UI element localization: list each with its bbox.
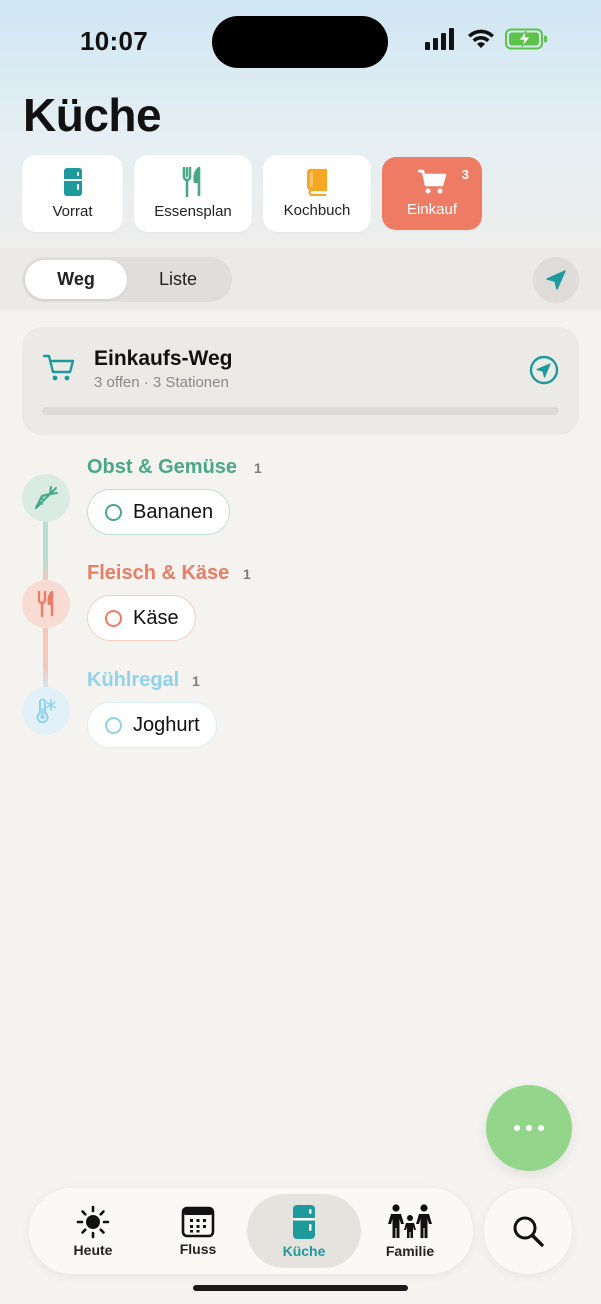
thermometer-snow-icon xyxy=(36,698,56,724)
navigate-button[interactable] xyxy=(533,257,579,303)
tab-kueche[interactable]: Küche xyxy=(247,1194,361,1268)
section-tabs: Vorrat Essensplan Kochbuch Einkauf 3 xyxy=(22,155,482,232)
tab-bar: Heute Fluss Küche Familie xyxy=(29,1188,473,1274)
more-actions-button[interactable] xyxy=(486,1085,572,1171)
section-tab-label: Einkauf xyxy=(406,201,458,218)
item-checkbox[interactable] xyxy=(105,609,122,627)
search-icon xyxy=(513,1216,544,1247)
home-indicator xyxy=(193,1285,408,1291)
tab-label: Heute xyxy=(73,1241,113,1258)
book-icon xyxy=(307,168,328,196)
status-time: 10:07 xyxy=(80,26,148,56)
item-label: Joghurt xyxy=(133,713,200,736)
view-toggle-liste[interactable]: Liste xyxy=(127,260,229,299)
station-title-fleisch-kaese: Fleisch & Käse xyxy=(87,562,230,584)
shopping-item-bananen[interactable]: Bananen xyxy=(87,489,231,535)
section-tab-label: Vorrat xyxy=(52,203,93,220)
signal-icon xyxy=(425,28,454,50)
station-title-kuehlregal: Kühlregal xyxy=(87,669,180,691)
view-toggle: Weg Liste xyxy=(22,257,232,302)
item-label: Käse xyxy=(133,606,179,629)
section-tab-einkauf[interactable]: Einkauf 3 xyxy=(382,157,482,230)
carrot-icon xyxy=(34,486,58,510)
battery-charging-icon xyxy=(505,28,547,50)
page-title: Küche xyxy=(23,89,162,141)
more-dots-icon xyxy=(514,1125,520,1131)
item-label: Bananen xyxy=(133,500,214,523)
section-tab-vorrat[interactable]: Vorrat xyxy=(22,155,123,232)
cart-icon xyxy=(42,354,75,381)
station-icon-fleisch-kaese xyxy=(22,580,70,628)
shopping-route-card[interactable]: Einkaufs-Weg 3 offen · 3 Stationen xyxy=(22,327,579,435)
tab-label: Küche xyxy=(282,1242,326,1259)
more-dots-icon xyxy=(526,1125,532,1131)
navigation-circle-icon[interactable] xyxy=(529,355,559,385)
fridge-icon xyxy=(63,168,82,196)
section-tab-label: Kochbuch xyxy=(283,202,351,219)
route-progress-bar xyxy=(42,407,559,415)
tab-heute[interactable]: Heute xyxy=(36,1194,150,1268)
item-checkbox[interactable] xyxy=(105,716,122,734)
status-icons xyxy=(425,28,549,50)
station-icon-obst-gemuese xyxy=(22,474,70,522)
fork-knife-icon xyxy=(37,591,54,617)
sun-icon xyxy=(76,1205,110,1238)
view-toggle-weg[interactable]: Weg xyxy=(25,260,127,299)
fork-knife-icon xyxy=(182,167,201,197)
station-icon-kuehlregal xyxy=(22,687,70,735)
route-subtitle: 3 offen · 3 Stationen xyxy=(94,374,229,391)
search-button[interactable] xyxy=(484,1188,572,1274)
station-count: 1 xyxy=(192,673,200,689)
dynamic-island xyxy=(212,16,388,68)
shopping-item-joghurt[interactable]: Joghurt xyxy=(87,702,217,748)
cart-count-badge: 3 xyxy=(461,167,469,182)
family-icon xyxy=(388,1203,432,1238)
station-count: 1 xyxy=(243,566,251,582)
section-tab-kochbuch[interactable]: Kochbuch xyxy=(263,155,371,232)
section-tab-essensplan[interactable]: Essensplan xyxy=(134,155,252,232)
tab-fluss[interactable]: Fluss xyxy=(141,1194,255,1268)
item-checkbox[interactable] xyxy=(105,503,122,521)
tab-label: Fluss xyxy=(179,1240,217,1257)
calendar-icon xyxy=(181,1206,215,1237)
wifi-icon xyxy=(468,29,494,48)
shopping-item-kaese[interactable]: Käse xyxy=(87,595,196,641)
fridge-icon xyxy=(293,1204,315,1239)
tab-familie[interactable]: Familie xyxy=(353,1194,467,1268)
timeline-connector xyxy=(43,520,48,582)
location-arrow-icon xyxy=(546,270,566,290)
station-count: 1 xyxy=(254,460,262,476)
cart-icon xyxy=(418,169,447,194)
timeline-connector xyxy=(43,626,48,688)
route-title: Einkaufs-Weg xyxy=(94,347,233,370)
tab-label: Familie xyxy=(385,1242,435,1259)
section-tab-label: Essensplan xyxy=(154,203,232,220)
station-title-obst-gemuese: Obst & Gemüse xyxy=(87,456,238,478)
more-dots-icon xyxy=(538,1125,544,1131)
